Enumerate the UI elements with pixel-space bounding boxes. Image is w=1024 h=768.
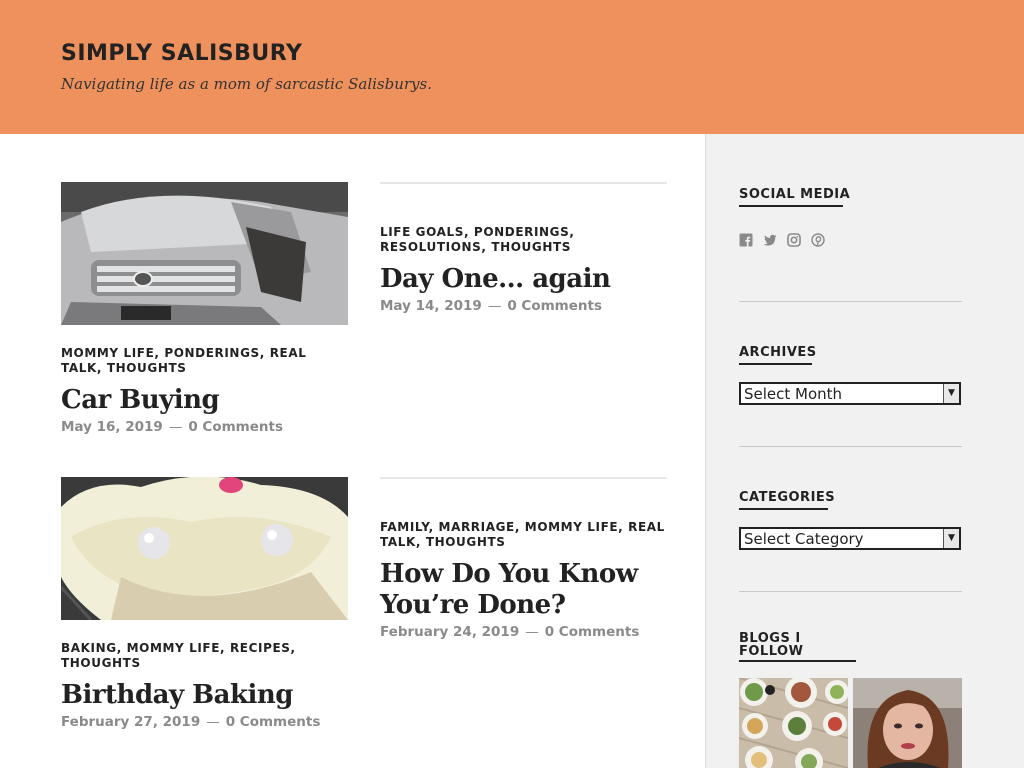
widget-title-social-media: SOCIAL MEDIA [739,187,851,202]
post-meta: February 27, 2019 — 0 Comments [61,714,348,730]
widget-separator [739,591,962,592]
chevron-down-icon[interactable]: ▼ [943,529,959,548]
widget-title-underline [739,660,856,662]
widget-title-underline [739,363,812,365]
post-title[interactable]: Day One… again [380,264,667,295]
post-date[interactable]: February 24, 2019 [380,624,519,640]
widget-separator [739,446,962,447]
archives-selected-value: Select Month [744,385,843,403]
widget-title-categories: CATEGORIES [739,490,836,505]
post-comments-link[interactable]: 0 Comments [188,419,283,435]
post-day-one-again: LIFE GOALS, PONDERINGS, RESOLUTIONS, THO… [380,182,667,314]
post-how-do-you-know: FAMILY, MARRIAGE, MOMMY LIFE, REAL TALK,… [380,477,667,640]
post-divider [380,182,667,184]
post-divider [380,477,667,479]
person-portrait-image [853,678,962,768]
chevron-down-icon[interactable]: ▼ [943,384,959,403]
site-header: SIMPLY SALISBURY Navigating life as a mo… [0,0,1024,134]
post-comments-link[interactable]: 0 Comments [226,714,321,730]
post-title[interactable]: How Do You Know You’re Done? [380,559,667,621]
categories-selected-value: Select Category [744,530,864,548]
post-categories[interactable]: FAMILY, MARRIAGE, MOMMY LIFE, REAL TALK,… [380,520,667,550]
post-meta: May 16, 2019 — 0 Comments [61,419,348,435]
crashed-car-image [61,182,348,325]
post-car-buying: MOMMY LIFE, PONDERINGS, REAL TALK, THOUG… [61,182,348,435]
instagram-icon[interactable] [787,233,801,247]
widget-title-underline [739,205,843,207]
post-categories[interactable]: MOMMY LIFE, PONDERINGS, REAL TALK, THOUG… [61,346,348,376]
post-thumbnail[interactable] [61,182,348,325]
widget-title-blogs-i-follow: BLOGS I FOLLOW [739,632,803,658]
post-categories[interactable]: LIFE GOALS, PONDERINGS, RESOLUTIONS, THO… [380,225,667,255]
twitter-icon[interactable] [763,233,777,247]
meta-separator: — [525,624,539,640]
post-title[interactable]: Car Buying [61,385,348,416]
post-date[interactable]: February 27, 2019 [61,714,200,730]
post-meta: February 24, 2019 — 0 Comments [380,624,667,640]
meta-separator: — [206,714,220,730]
post-comments-link[interactable]: 0 Comments [545,624,640,640]
post-date[interactable]: May 14, 2019 [380,298,482,314]
followed-blog-thumbnail[interactable] [853,678,962,768]
post-thumbnail[interactable] [61,477,348,620]
sidebar [706,134,1024,768]
post-birthday-baking: BAKING, MOMMY LIFE, RECIPES, THOUGHTS Bi… [61,477,348,730]
social-links [739,233,825,247]
facebook-icon[interactable] [739,233,753,247]
meta-separator: — [168,419,183,435]
food-plates-image [739,678,848,768]
widget-title-line: FOLLOW [739,644,804,659]
post-date[interactable]: May 16, 2019 [61,419,163,435]
post-meta: May 14, 2019 — 0 Comments [380,298,667,314]
widget-title-archives: ARCHIVES [739,345,817,360]
post-title[interactable]: Birthday Baking [61,680,348,711]
cupcake-image [61,477,348,620]
post-comments-link[interactable]: 0 Comments [507,298,602,314]
pinterest-icon[interactable] [811,233,825,247]
followed-blog-thumbnail[interactable] [739,678,848,768]
widget-separator [739,301,962,302]
post-categories[interactable]: BAKING, MOMMY LIFE, RECIPES, THOUGHTS [61,641,348,671]
archives-select[interactable]: Select Month ▼ [739,382,961,405]
meta-separator: — [487,298,502,314]
site-title[interactable]: SIMPLY SALISBURY [61,41,302,66]
widget-title-underline [739,508,828,510]
categories-select[interactable]: Select Category ▼ [739,527,961,550]
site-description: Navigating life as a mom of sarcastic Sa… [61,75,432,93]
